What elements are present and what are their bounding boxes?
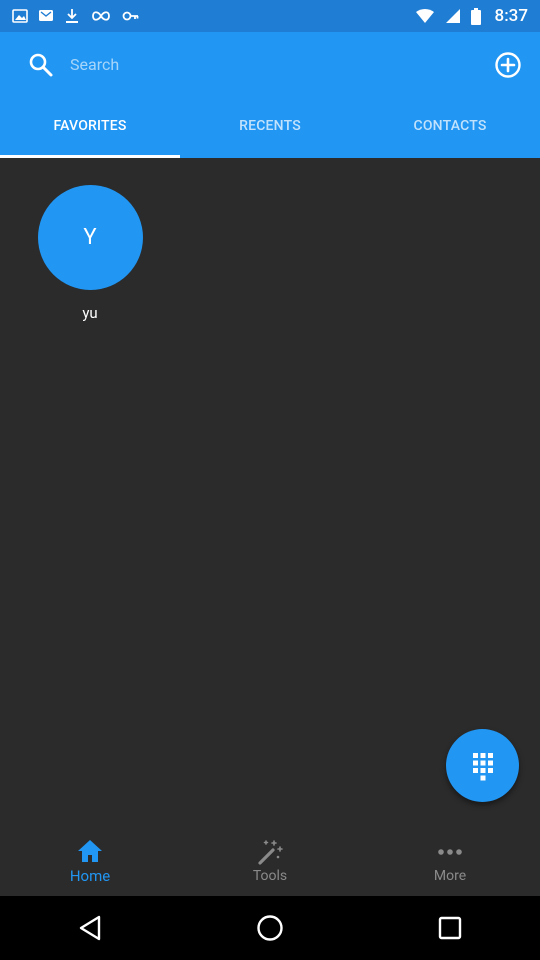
contact-name: yu — [82, 304, 98, 322]
more-dots-icon — [436, 838, 464, 866]
tab-contacts[interactable]: CONTACTS — [360, 94, 540, 158]
back-button[interactable] — [60, 898, 120, 958]
nav-tools[interactable]: Tools — [180, 826, 360, 896]
message-notification-icon — [39, 10, 53, 21]
app-bar: FAVORITES RECENTS CONTACTS — [0, 32, 540, 158]
nav-more[interactable]: More — [360, 826, 540, 896]
home-circle-icon — [257, 915, 283, 941]
home-icon — [76, 837, 104, 865]
avatar-initial: Y — [83, 225, 97, 250]
infinity-notification-icon — [92, 11, 110, 21]
tab-bar: FAVORITES RECENTS CONTACTS — [0, 94, 540, 158]
status-time: 8:37 — [494, 6, 528, 26]
tab-favorites[interactable]: FAVORITES — [0, 94, 180, 158]
system-navigation-bar — [0, 896, 540, 960]
active-tab-indicator — [0, 155, 180, 158]
status-bar: 8:37 — [0, 0, 540, 32]
system-status-icons — [415, 7, 481, 25]
recents-button[interactable] — [420, 898, 480, 958]
nav-home[interactable]: Home — [0, 826, 180, 896]
dialpad-button[interactable] — [446, 729, 519, 802]
recents-square-icon — [438, 916, 462, 940]
nav-label: Home — [69, 867, 111, 885]
favorite-contact[interactable]: Y yu — [36, 185, 144, 322]
battery-icon — [470, 7, 481, 25]
tab-label: FAVORITES — [53, 118, 127, 134]
back-triangle-icon — [79, 915, 101, 941]
contact-avatar: Y — [37, 185, 143, 290]
dialpad-icon — [472, 752, 493, 780]
nav-label: More — [433, 868, 467, 884]
status-right: 8:37 — [415, 0, 528, 32]
search-bar — [0, 32, 540, 94]
tab-label: RECENTS — [239, 118, 301, 134]
bottom-navigation: Home Tools More — [0, 826, 540, 896]
download-notification-icon — [66, 9, 78, 23]
search-icon — [29, 53, 53, 77]
wifi-icon — [415, 9, 434, 23]
tab-label: CONTACTS — [413, 118, 487, 134]
cellular-signal-icon — [445, 9, 460, 23]
gallery-notification-icon — [12, 9, 28, 23]
home-system-button[interactable] — [240, 898, 300, 958]
magic-wand-icon — [256, 838, 284, 866]
tab-recents[interactable]: RECENTS — [180, 94, 360, 158]
add-contact-button[interactable] — [494, 51, 522, 79]
nav-label: Tools — [252, 868, 288, 884]
key-notification-icon — [122, 11, 139, 21]
search-input[interactable] — [68, 48, 472, 80]
notification-icons — [12, 0, 140, 32]
